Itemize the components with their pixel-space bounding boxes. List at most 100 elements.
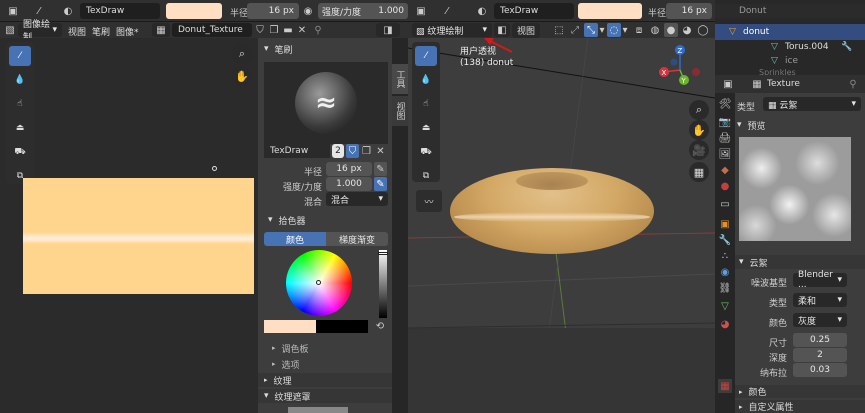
brush-users-field[interactable]: 2 — [332, 144, 344, 158]
image-name-field[interactable]: Donut_Texture — [172, 23, 252, 37]
color-select[interactable]: 灰度 ▾ — [793, 313, 847, 327]
brush-name-field[interactable]: TexDraw — [494, 3, 574, 19]
particles-tab-icon[interactable]: ∴ — [718, 249, 732, 263]
fake-user-icon[interactable]: ⛉ — [254, 23, 266, 37]
texture-name[interactable]: Texture — [767, 79, 800, 89]
radius-field[interactable]: 16 px — [666, 3, 712, 19]
custom-props-header[interactable]: ▸ 自定义属性 — [735, 400, 865, 413]
strength-pressure-icon[interactable]: ✎ — [374, 177, 387, 191]
menu-image[interactable]: 图像* — [116, 25, 139, 38]
pan-icon[interactable]: ✋ — [689, 120, 709, 140]
texture-image[interactable] — [23, 178, 254, 294]
transform-icon[interactable]: ⤢ — [568, 23, 582, 37]
overlay-icon[interactable]: ◌ — [607, 23, 621, 37]
fill-tool-button[interactable]: ⛟ — [9, 142, 31, 162]
select-icon[interactable]: ⬚ — [552, 23, 566, 37]
editor-type-icon[interactable]: ▧ — [3, 23, 17, 37]
brush-thumbnail[interactable]: ≈ — [264, 62, 388, 144]
outliner-row-donut[interactable]: ▽ donut — [715, 24, 865, 40]
noise-type-select[interactable]: 柔和 ▾ — [793, 293, 847, 307]
preview-header[interactable]: ▾ 预览 — [737, 119, 861, 132]
outliner-row-donut-collection[interactable]: Donut — [715, 4, 865, 18]
draw-tool-button[interactable]: ⁄ — [415, 46, 437, 66]
texture-type-select[interactable]: ▦ 云絮 ▾ — [763, 97, 861, 111]
soften-tool-button[interactable]: 💧 — [415, 70, 437, 90]
draw-tool-button[interactable]: ⁄ — [9, 46, 31, 66]
new-image-icon[interactable]: ❐ — [268, 23, 280, 37]
swap-colors-icon[interactable]: ⟲ — [372, 320, 388, 333]
texture-header[interactable]: ▸ 纹理 — [258, 373, 392, 387]
palette-header[interactable]: ▸ 调色板 — [272, 342, 388, 355]
depth-field[interactable]: 2 — [793, 348, 847, 362]
overlay-dropdown-icon[interactable]: ▾ — [621, 23, 629, 37]
rendered-shading-icon[interactable]: ◯ — [696, 23, 710, 37]
tab-tool[interactable]: 工具 — [392, 64, 408, 94]
primary-color-swatch[interactable] — [264, 320, 316, 333]
radius-field[interactable]: 16 px — [247, 3, 299, 19]
fake-user-icon[interactable]: ⛉ — [346, 144, 359, 158]
clone-tool-button[interactable]: ⏏ — [415, 118, 437, 138]
view-layer-tab-icon[interactable]: 🖼 — [718, 147, 732, 161]
constraints-tab-icon[interactable]: ⛓ — [718, 281, 732, 295]
smear-tool-button[interactable]: ☝ — [9, 94, 31, 114]
world-tab-icon[interactable]: ● — [718, 179, 732, 193]
options-header[interactable]: ▸ 选项 — [272, 358, 388, 371]
brush-preview-icon[interactable]: ◐ — [60, 4, 76, 18]
secondary-color-swatch[interactable] — [316, 320, 368, 333]
render-tab-icon[interactable]: 📷 — [718, 115, 732, 129]
tab-gradient[interactable]: 梯度渐变 — [326, 232, 388, 246]
pin-icon[interactable]: ⚲ — [312, 23, 324, 37]
value-slider[interactable] — [378, 250, 388, 318]
strength-field[interactable]: 强度/力度 1.000 — [318, 3, 408, 19]
output-tab-icon[interactable]: 🖨 — [718, 131, 732, 145]
zoom-icon[interactable]: ⌕ — [689, 100, 709, 120]
gizmo-dropdown-icon[interactable]: ▾ — [598, 23, 606, 37]
mask-tool-button[interactable]: ⧉ — [415, 166, 437, 186]
strength-field[interactable]: 1.000 — [326, 177, 372, 191]
editor-type-icon[interactable]: ▣ — [718, 77, 738, 91]
open-image-icon[interactable]: ▬ — [282, 23, 294, 37]
brush-name-field[interactable]: TexDraw — [264, 144, 330, 158]
camera-icon[interactable]: 🎥 — [689, 140, 709, 160]
annotate-tool-button[interactable]: 〰 — [416, 190, 442, 212]
color-wheel-cursor[interactable] — [316, 280, 321, 285]
zoom-icon[interactable]: ⌕ — [232, 44, 252, 64]
menu-view[interactable]: 视图 — [68, 25, 86, 38]
unlink-icon[interactable]: ✕ — [296, 23, 308, 37]
pressure-icon[interactable]: ◉ — [301, 4, 315, 18]
physics-tab-icon[interactable]: ◉ — [718, 265, 732, 279]
unlink-icon[interactable]: ✕ — [374, 144, 387, 158]
material-shading-icon[interactable]: ◕ — [680, 23, 694, 37]
viewport-mode-select[interactable]: ▧ 纹理绘制 ▾ — [412, 23, 492, 37]
navigation-gizmo[interactable]: Z X Y — [650, 42, 710, 90]
3d-viewport[interactable]: ⁄ 💧 ☝ ⏏ ⛟ ⧉ 〰 用户透视 (138) donut Z X Y ⌕ ✋… — [408, 38, 715, 413]
brush-preview-icon[interactable]: ◐ — [474, 4, 490, 18]
size-field[interactable]: 0.25 — [793, 333, 847, 347]
blend-select[interactable]: 混合 ▾ — [326, 192, 388, 206]
tab-view[interactable]: 视图 — [392, 96, 408, 126]
texture-tab-icon[interactable]: ▦ — [718, 379, 732, 393]
color-swatch[interactable] — [578, 3, 642, 19]
data-tab-icon[interactable]: ▽ — [718, 299, 732, 313]
radius-pressure-icon[interactable]: ✎ — [374, 162, 387, 176]
menu-brush[interactable]: 笔刷 — [92, 25, 110, 38]
soften-tool-button[interactable]: 💧 — [9, 70, 31, 90]
color-wheel[interactable] — [286, 250, 352, 316]
outliner-row-torus[interactable]: ▽ Torus.004 🔧 — [715, 40, 865, 54]
colors-section-header[interactable]: ▸ 颜色 — [735, 385, 865, 398]
tool-tab-icon[interactable]: 🛠 — [718, 97, 732, 111]
fill-tool-button[interactable]: ⛟ — [415, 142, 437, 162]
image-editor-canvas[interactable]: ⁄ 💧 ☝ ⏏ ⛟ ⧉ ⌕ ✋ — [0, 38, 258, 413]
sidebar-toggle-icon[interactable]: ◨ — [376, 23, 400, 37]
brush-tool-icon[interactable]: ⁄ — [438, 3, 456, 19]
tab-color[interactable]: 颜色 — [264, 232, 326, 246]
shading-toggle-icon[interactable]: ◧ — [494, 23, 510, 37]
clouds-section-header[interactable]: ▾ 云絮 — [735, 255, 865, 269]
image-browse-icon[interactable]: ▦ — [152, 23, 170, 37]
color-picker-header[interactable]: ▾ 拾色器 — [268, 214, 388, 227]
scene-tab-icon[interactable]: ◆ — [718, 163, 732, 177]
editor-type-icon[interactable]: ▣ — [412, 3, 430, 19]
object-tab-icon[interactable]: ▣ — [718, 217, 732, 231]
modifier-tab-icon[interactable]: 🔧 — [718, 233, 732, 247]
duplicate-icon[interactable]: ❐ — [360, 144, 373, 158]
